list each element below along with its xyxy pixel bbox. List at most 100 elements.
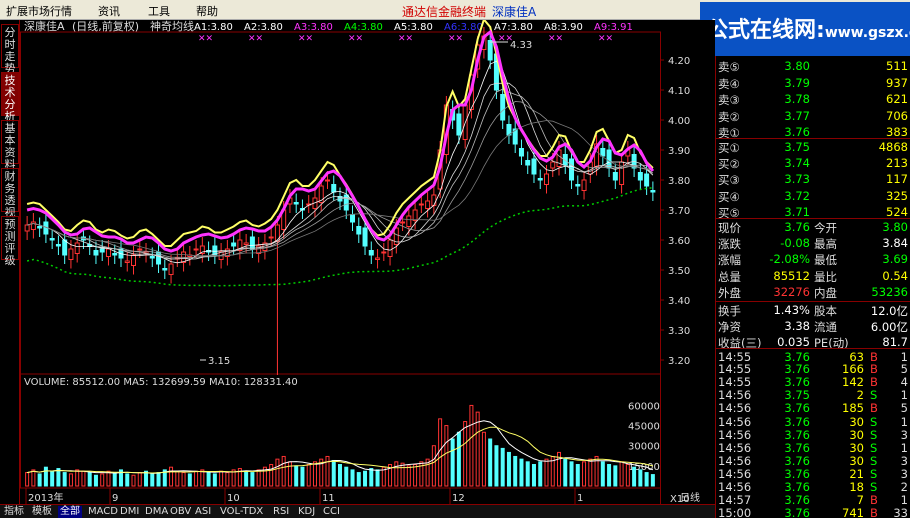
indicator-tab-macd[interactable]: MACD [86,506,120,518]
volume-bar [325,455,330,487]
indicator-tab-全部[interactable]: 全部 [58,506,82,518]
menu-item-tools[interactable]: 工具 [148,3,170,19]
volume-bar [131,474,136,487]
ask-row: 卖② 3.77 706 [716,108,910,125]
ask-volume: 621 [886,92,908,107]
volume-bar [175,470,180,487]
indicator-tab-obv[interactable]: OBV [168,506,193,518]
candle-body [612,172,618,181]
tab-intraday[interactable]: 分时走势 [1,24,19,75]
volume-bar [632,466,637,487]
candle-body [431,194,437,206]
volume-bar [431,445,436,487]
quote-value: 85512 [773,268,810,283]
volume-bar [219,470,224,487]
volume-bar [100,473,105,487]
volume-bar [137,472,142,487]
tab-profile[interactable]: 基本资料 [1,120,19,171]
volume-bar [187,473,192,487]
candle-body [137,248,143,251]
price-tick-label: 3.60 [668,236,690,247]
date-tick-label: 12 [452,493,465,504]
bid-price: 3.75 [784,140,810,154]
volume-bar [25,472,30,487]
price-tick-label: 3.80 [668,176,690,187]
bid-volume: 117 [886,172,908,187]
candle-body [400,221,406,224]
volume-bar [275,458,280,487]
quote-value: 3.84 [882,235,908,250]
low-annotation: 3.15 [208,356,230,367]
volume-bar [269,464,274,487]
quote-row: 净资 3.38 流通 6.00亿 [716,318,910,335]
quote-label: 现价 [718,221,741,235]
volume-bar [569,461,574,487]
candle-body [105,248,111,257]
tick-count: 33 [893,506,908,518]
volume-bar [125,473,130,487]
volume-bar [244,470,249,487]
candle-body [550,161,556,169]
volume-bar [356,472,361,487]
quote-panel: 卖⑤ 3.80 511 卖④ 3.79 937 卖③ 3.78 621 卖② 3.77 706 卖① 3.… [715,56,910,518]
quote-label: 股本 [814,304,837,318]
bid-price: 3.74 [784,155,810,170]
volume-bar [306,464,311,487]
volume-bar [294,465,299,487]
ask-price: 3.77 [784,108,810,123]
volume-tick-label: 45000 [628,422,660,433]
ask-price: 3.80 [784,59,810,73]
menu-item-market[interactable]: 扩展市场行情 [6,3,72,19]
ma-header-item: A2:3.80 [244,22,283,33]
ma-cross-marker: ✕✕ [598,34,613,44]
ma-header-item: A4:3.80 [344,22,383,33]
quote-row: 外盘 32276 内盘 53236 [716,284,910,301]
kline-chart[interactable]: 深康佳A (日线,前复权) 神奇均线 A1:3.80✕✕A2:3.80✕✕A3:… [20,20,715,504]
menu-item-help[interactable]: 帮助 [196,3,218,19]
indicator-tab-模板[interactable]: 模板 [30,506,54,518]
tab-finance[interactable]: 财务透视 [1,168,19,219]
volume-bar [600,461,605,487]
volume-bar [625,464,630,487]
volume-bar [81,470,86,487]
quote-label: 换手 [718,304,741,318]
candle-body [112,253,118,256]
period-label[interactable]: 日线 [680,491,700,504]
window-title: 通达信金融终端 深康佳A [402,3,536,20]
ask-label: 卖⑤ [718,60,740,74]
tab-forecast[interactable]: 预测评级 [1,216,19,267]
volume-bar [582,461,587,487]
date-tick-label: 10 [227,493,240,504]
price-tick-label: 3.40 [668,296,690,307]
candle-body [162,268,168,271]
tab-technical[interactable]: 技术分析 [1,72,19,123]
bid-label: 买② [718,156,740,171]
app-title: 通达信金融终端 [402,5,487,19]
bid-price: 3.72 [784,188,810,203]
bid-price: 3.73 [784,172,810,187]
ma-cross-marker: ✕✕ [348,34,363,44]
quote-label: 量比 [814,269,837,284]
indicator-tab-rsi[interactable]: RSI [271,506,291,518]
bid-row: 买④ 3.72 325 [716,188,910,205]
quote-value: 32276 [773,285,810,300]
indicator-tab-指标[interactable]: 指标 [2,506,26,518]
quote-label: 涨跌 [718,236,741,251]
quote-label: 今开 [814,221,837,235]
watermark-banner: 公式在线网:www.gszx.com.cn [700,2,910,56]
ask-volume: 511 [886,59,908,73]
indicator-tab-kdj[interactable]: KDJ [296,506,317,518]
volume-bar [463,421,468,487]
indicator-tab-asi[interactable]: ASI [193,506,213,518]
indicator-tab-dmi[interactable]: DMI [118,506,141,518]
indicator-tab-cci[interactable]: CCI [321,506,342,518]
indicator-tab-dma[interactable]: DMA [143,506,170,518]
menu-item-news[interactable]: 资讯 [98,3,120,19]
quote-row: 涨幅 -2.08% 最低 3.69 [716,251,910,268]
quote-value: 3.38 [784,318,810,333]
volume-bar [156,472,161,487]
ask-label: 卖② [718,109,740,124]
ma-header-item: A5:3.80 [394,22,433,33]
quote-label: 总量 [718,269,741,284]
indicator-tab-vol-tdx[interactable]: VOL-TDX [218,506,265,518]
